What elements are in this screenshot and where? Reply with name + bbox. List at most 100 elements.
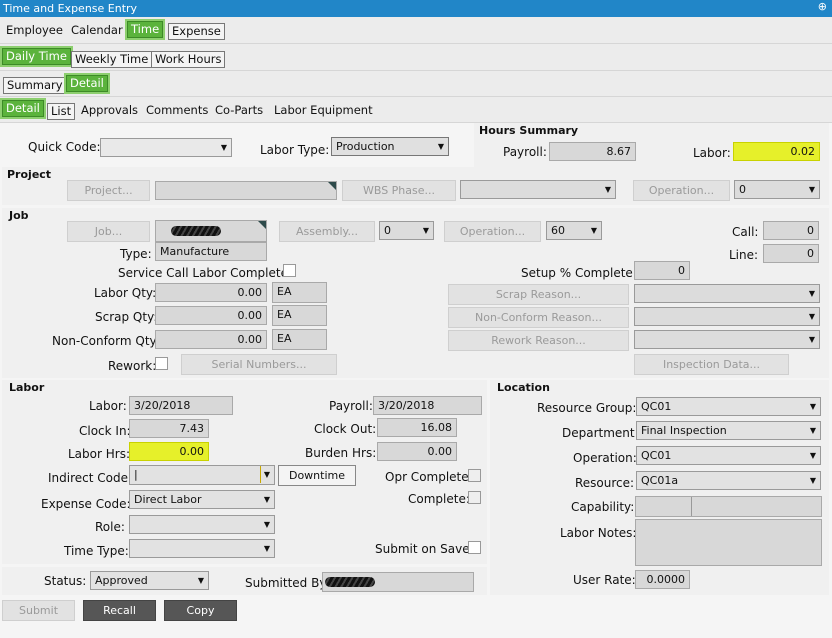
- submit-button[interactable]: Submit: [2, 600, 75, 621]
- tab-co-parts[interactable]: Co-Parts: [212, 103, 266, 120]
- type-label: Type:: [120, 247, 152, 261]
- tab-comments[interactable]: Comments: [143, 103, 211, 120]
- role-select[interactable]: ▼: [129, 515, 275, 534]
- nonconform-reason-select[interactable]: ▼: [634, 307, 820, 326]
- tab-summary[interactable]: Summary: [3, 77, 67, 94]
- job-operation-button[interactable]: Operation...: [444, 221, 541, 242]
- rework-reason-select[interactable]: ▼: [634, 330, 820, 349]
- tab-bar-time: Daily Time Weekly Time Work Hours: [0, 44, 832, 71]
- window-title: Time and Expense Entry: [0, 0, 832, 17]
- pin-icon[interactable]: ⊕: [818, 0, 827, 13]
- copy-button[interactable]: Copy: [164, 600, 237, 621]
- labor-notes-label: Labor Notes:: [560, 526, 637, 540]
- tab-labor-equipment[interactable]: Labor Equipment: [271, 103, 376, 120]
- status-select[interactable]: Approved ▼: [90, 571, 209, 590]
- tab-daily-time[interactable]: Daily Time: [2, 48, 71, 65]
- tab-detail-view[interactable]: Detail: [66, 75, 108, 92]
- labor-hrs-label: Labor Hrs:: [68, 447, 130, 461]
- payroll-date-label: Payroll:: [329, 399, 373, 413]
- tab-detail[interactable]: Detail: [2, 100, 44, 117]
- submit-on-save-checkbox[interactable]: [468, 541, 481, 554]
- setup-complete-value: 0: [634, 261, 690, 280]
- tab-time[interactable]: Time: [127, 21, 164, 38]
- redacted-scribble: [325, 577, 375, 587]
- role-label: Role:: [95, 520, 125, 534]
- hs-payroll-label: Payroll:: [503, 145, 547, 159]
- labor-notes-field[interactable]: [635, 519, 822, 566]
- scrap-reason-button[interactable]: Scrap Reason...: [448, 284, 629, 305]
- tab-list[interactable]: List: [47, 103, 76, 120]
- scrap-qty-value: 0.00: [155, 306, 267, 325]
- tab-bar-detail: Detail List Approvals Comments Co-Parts …: [0, 97, 832, 123]
- wbs-phase-button[interactable]: WBS Phase...: [342, 180, 456, 201]
- hours-summary-title: Hours Summary: [479, 124, 579, 137]
- serial-numbers-button[interactable]: Serial Numbers...: [181, 354, 337, 375]
- scrap-qty-uom: EA: [272, 305, 327, 326]
- payroll-date-value: 3/20/2018: [373, 396, 482, 415]
- labor-type-select[interactable]: Production ▼: [331, 137, 449, 156]
- nonconform-qty-value: 0.00: [155, 330, 267, 349]
- downtime-button[interactable]: Downtime: [278, 465, 356, 486]
- resource-group-value: QC01: [641, 400, 672, 413]
- labor-date-label: Labor:: [89, 399, 127, 413]
- redacted-scribble: [171, 226, 221, 236]
- complete-label: Complete:: [408, 492, 470, 506]
- submitted-by-label: Submitted By:: [245, 576, 330, 590]
- assembly-button[interactable]: Assembly...: [279, 221, 375, 242]
- time-type-select[interactable]: ▼: [129, 539, 275, 558]
- scrap-reason-select[interactable]: ▼: [634, 284, 820, 303]
- department-value: Final Inspection: [641, 424, 727, 437]
- project-operation-button[interactable]: Operation...: [633, 180, 730, 201]
- expense-code-select[interactable]: Direct Labor ▼: [129, 490, 275, 509]
- tab-work-hours[interactable]: Work Hours: [151, 51, 226, 68]
- project-operation-select[interactable]: 0 ▼: [734, 180, 820, 199]
- complete-checkbox[interactable]: [468, 491, 481, 504]
- nonconform-qty-label: Non-Conform Qty:: [52, 334, 160, 348]
- labor-hrs-value: 0.00: [129, 442, 209, 461]
- tab-calendar[interactable]: Calendar: [68, 23, 126, 40]
- job-field[interactable]: [155, 220, 267, 242]
- indirect-code-label: Indirect Code:: [48, 471, 133, 485]
- project-field[interactable]: [155, 181, 337, 200]
- project-button[interactable]: Project...: [67, 180, 150, 201]
- location-operation-select[interactable]: QC01 ▼: [636, 446, 821, 465]
- project-operation-value: 0: [739, 183, 746, 196]
- tab-expense[interactable]: Expense: [168, 23, 225, 40]
- opr-complete-checkbox[interactable]: [468, 469, 481, 482]
- line-value: 0: [763, 244, 819, 263]
- indirect-code-select[interactable]: | ▼: [129, 465, 275, 485]
- location-operation-label: Operation:: [573, 451, 637, 465]
- department-select[interactable]: Final Inspection ▼: [636, 421, 821, 440]
- user-rate-value: 0.0000: [635, 570, 690, 589]
- user-rate-label: User Rate:: [573, 573, 636, 587]
- job-operation-select[interactable]: 60 ▼: [546, 221, 602, 240]
- hs-labor-label: Labor:: [693, 146, 731, 160]
- job-button[interactable]: Job...: [67, 221, 150, 242]
- tab-weekly-time[interactable]: Weekly Time: [71, 51, 153, 68]
- quick-code-select[interactable]: ▼: [100, 138, 232, 157]
- line-label: Line:: [729, 248, 759, 262]
- quick-code-label: Quick Code:: [28, 140, 101, 154]
- service-call-checkbox[interactable]: [283, 264, 296, 277]
- rework-reason-button[interactable]: Rework Reason...: [448, 330, 629, 351]
- labor-type-value: Production: [336, 140, 395, 153]
- assembly-value: 0: [384, 224, 391, 237]
- labor-title: Labor: [9, 381, 45, 394]
- resource-select[interactable]: QC01a ▼: [636, 471, 821, 490]
- inspection-data-button[interactable]: Inspection Data...: [634, 354, 789, 375]
- capability-divider: [691, 497, 692, 516]
- submitted-by-field: [322, 572, 474, 592]
- assembly-select[interactable]: 0 ▼: [379, 221, 434, 240]
- burden-hrs-value: 0.00: [377, 442, 457, 461]
- nonconform-reason-button[interactable]: Non-Conform Reason...: [448, 307, 629, 328]
- resource-group-select[interactable]: QC01 ▼: [636, 397, 821, 416]
- labor-date-value: 3/20/2018: [129, 396, 233, 415]
- rework-checkbox[interactable]: [155, 357, 168, 370]
- capability-field[interactable]: [635, 496, 822, 517]
- project-title: Project: [7, 168, 52, 181]
- wbs-phase-select[interactable]: ▼: [460, 180, 616, 199]
- recall-button[interactable]: Recall: [83, 600, 156, 621]
- time-type-label: Time Type:: [64, 544, 129, 558]
- tab-employee[interactable]: Employee: [3, 23, 66, 40]
- tab-approvals[interactable]: Approvals: [78, 103, 141, 120]
